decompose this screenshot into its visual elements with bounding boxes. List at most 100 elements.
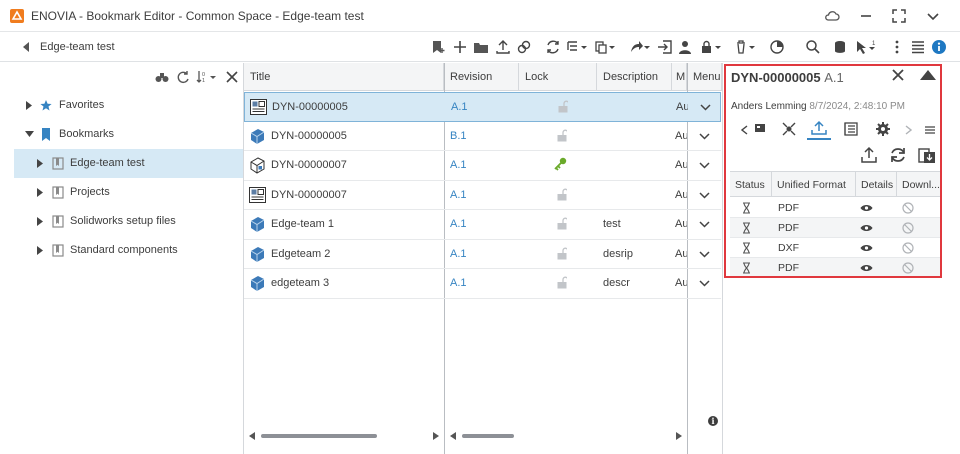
title-cell[interactable]: Edgeteam 2 [271, 248, 330, 260]
revision-cell[interactable]: A.1 [450, 248, 467, 260]
table-row[interactable]: edgeteam 3 A.1 descr Aug [244, 269, 721, 299]
column-header-unified-format[interactable]: Unified Format [772, 171, 856, 197]
more-vertical-icon[interactable] [889, 39, 905, 55]
table-row[interactable]: DYN-00000005 B.1 Aug [244, 122, 721, 151]
scrollbar-thumb[interactable] [462, 434, 514, 438]
plus-icon[interactable] [452, 39, 468, 55]
relations-tab-icon[interactable] [779, 120, 799, 138]
tab-list-menu-icon[interactable] [924, 125, 936, 135]
link-icon[interactable] [516, 39, 532, 55]
column-header-menu[interactable]: Menu [687, 63, 722, 91]
tree-item-bookmarks[interactable]: Bookmarks [14, 120, 243, 149]
output-row[interactable]: PDF [730, 258, 940, 278]
title-cell[interactable]: edgeteam 3 [271, 277, 329, 289]
import-icon[interactable] [657, 39, 673, 55]
eye-icon[interactable] [860, 204, 873, 212]
row-menu-chevron-icon[interactable] [700, 104, 711, 111]
eye-icon[interactable] [860, 264, 873, 272]
tab-scroll-left-icon[interactable] [741, 125, 748, 135]
output-row[interactable]: PDF [730, 198, 940, 218]
expand-arrow-icon[interactable] [37, 246, 43, 255]
binoculars-icon[interactable] [155, 71, 169, 83]
close-tree-icon[interactable] [226, 71, 238, 83]
info-icon[interactable] [931, 39, 947, 55]
sort-menu-icon[interactable]: 01 [196, 70, 218, 84]
output-row[interactable]: PDF [730, 218, 940, 238]
revision-cell[interactable]: A.1 [450, 159, 467, 171]
download-disabled-icon[interactable] [902, 222, 914, 234]
scrollbar-thumb[interactable] [261, 434, 377, 438]
back-arrow-icon[interactable] [21, 41, 31, 53]
duplicate-menu-icon[interactable] [594, 39, 616, 55]
expand-arrow-icon[interactable] [37, 188, 43, 197]
breadcrumb[interactable]: Edge-team test [40, 41, 115, 53]
column-header-download[interactable]: Downl... [897, 171, 940, 197]
column-header-revision[interactable]: Revision [444, 63, 519, 91]
table-row[interactable]: Edge-team 1 A.1 test Aug [244, 210, 721, 240]
column-header-modified[interactable]: M [672, 63, 687, 91]
refresh-outputs-icon[interactable] [889, 146, 907, 164]
lock-menu-icon[interactable] [700, 39, 722, 55]
generate-output-icon[interactable] [860, 146, 878, 164]
eye-icon[interactable] [860, 244, 873, 252]
refresh-icon[interactable] [545, 39, 561, 55]
folder-add-icon[interactable] [473, 39, 489, 55]
select-count-icon[interactable]: 1 [855, 39, 879, 55]
column-header-title[interactable]: Title [244, 63, 444, 91]
expand-arrow-icon[interactable] [26, 101, 32, 110]
table-row[interactable]: DYN-00000007 A.1 Aug [244, 151, 721, 181]
tree-item-standard-components[interactable]: Standard components [14, 236, 243, 265]
scroll-left-arrow-icon[interactable] [249, 432, 255, 440]
lifecycle-icon[interactable] [769, 39, 785, 55]
tree-item-projects[interactable]: Projects [14, 178, 243, 207]
search-icon[interactable] [805, 39, 821, 55]
column-header-details[interactable]: Details [856, 171, 897, 197]
title-cell[interactable]: DYN-00000005 [272, 101, 348, 113]
tree-item-solidworks-setup-files[interactable]: Solidworks setup files [14, 207, 243, 236]
spec-tab-icon[interactable] [841, 120, 861, 138]
derived-outputs-tab-icon[interactable] [809, 120, 829, 138]
author-name[interactable]: Anders Lemming [731, 101, 807, 112]
settings-gear-icon[interactable] [873, 120, 893, 138]
list-view-icon[interactable] [910, 39, 926, 55]
cloud-icon[interactable] [824, 8, 840, 24]
table-row[interactable]: DYN-00000005 A.1 Aug [244, 92, 721, 122]
expand-arrow-icon[interactable] [37, 159, 43, 168]
bookmark-add-icon[interactable] [430, 39, 446, 55]
horizontal-scrollbar-columns[interactable] [450, 432, 682, 440]
close-panel-icon[interactable] [892, 69, 904, 81]
chevron-down-icon[interactable] [925, 8, 941, 24]
row-menu-chevron-icon[interactable] [699, 221, 710, 228]
row-menu-chevron-icon[interactable] [699, 250, 710, 258]
table-row[interactable]: Edgeteam 2 A.1 desrip Aug [244, 240, 721, 269]
download-all-icon[interactable] [918, 146, 936, 164]
tree-item-edge-team-test[interactable]: Edge-team test [14, 149, 243, 178]
download-disabled-icon[interactable] [902, 242, 914, 254]
revision-cell[interactable]: A.1 [451, 101, 468, 113]
database-icon[interactable] [833, 39, 849, 55]
table-row[interactable]: DYN-00000007 A.1 Aug [244, 181, 721, 210]
collapse-arrow-icon[interactable] [25, 131, 34, 137]
tree-item-favorites[interactable]: Favorites [14, 91, 243, 120]
expand-refresh-icon[interactable] [176, 70, 190, 84]
column-header-lock[interactable]: Lock [519, 63, 597, 91]
scroll-right-arrow-icon[interactable] [676, 432, 682, 440]
eye-icon[interactable] [860, 224, 873, 232]
scroll-right-arrow-icon[interactable] [433, 432, 439, 440]
structure-menu-icon[interactable] [566, 39, 588, 55]
revision-cell[interactable]: A.1 [450, 189, 467, 201]
title-cell[interactable]: DYN-00000007 [271, 159, 347, 171]
revision-cell[interactable]: A.1 [450, 218, 467, 230]
tab-scroll-right-icon[interactable] [905, 125, 912, 135]
row-menu-chevron-icon[interactable] [699, 132, 710, 140]
title-cell[interactable]: DYN-00000005 [271, 130, 347, 142]
title-cell[interactable]: Edge-team 1 [271, 218, 334, 230]
delete-menu-icon[interactable] [734, 39, 756, 55]
upload-icon[interactable] [495, 39, 511, 55]
share-menu-icon[interactable] [629, 39, 651, 55]
column-header-status[interactable]: Status [730, 171, 772, 197]
download-disabled-icon[interactable] [902, 202, 914, 214]
output-row[interactable]: DXF [730, 238, 940, 258]
minimize-icon[interactable] [858, 8, 874, 24]
title-cell[interactable]: DYN-00000007 [271, 189, 347, 201]
